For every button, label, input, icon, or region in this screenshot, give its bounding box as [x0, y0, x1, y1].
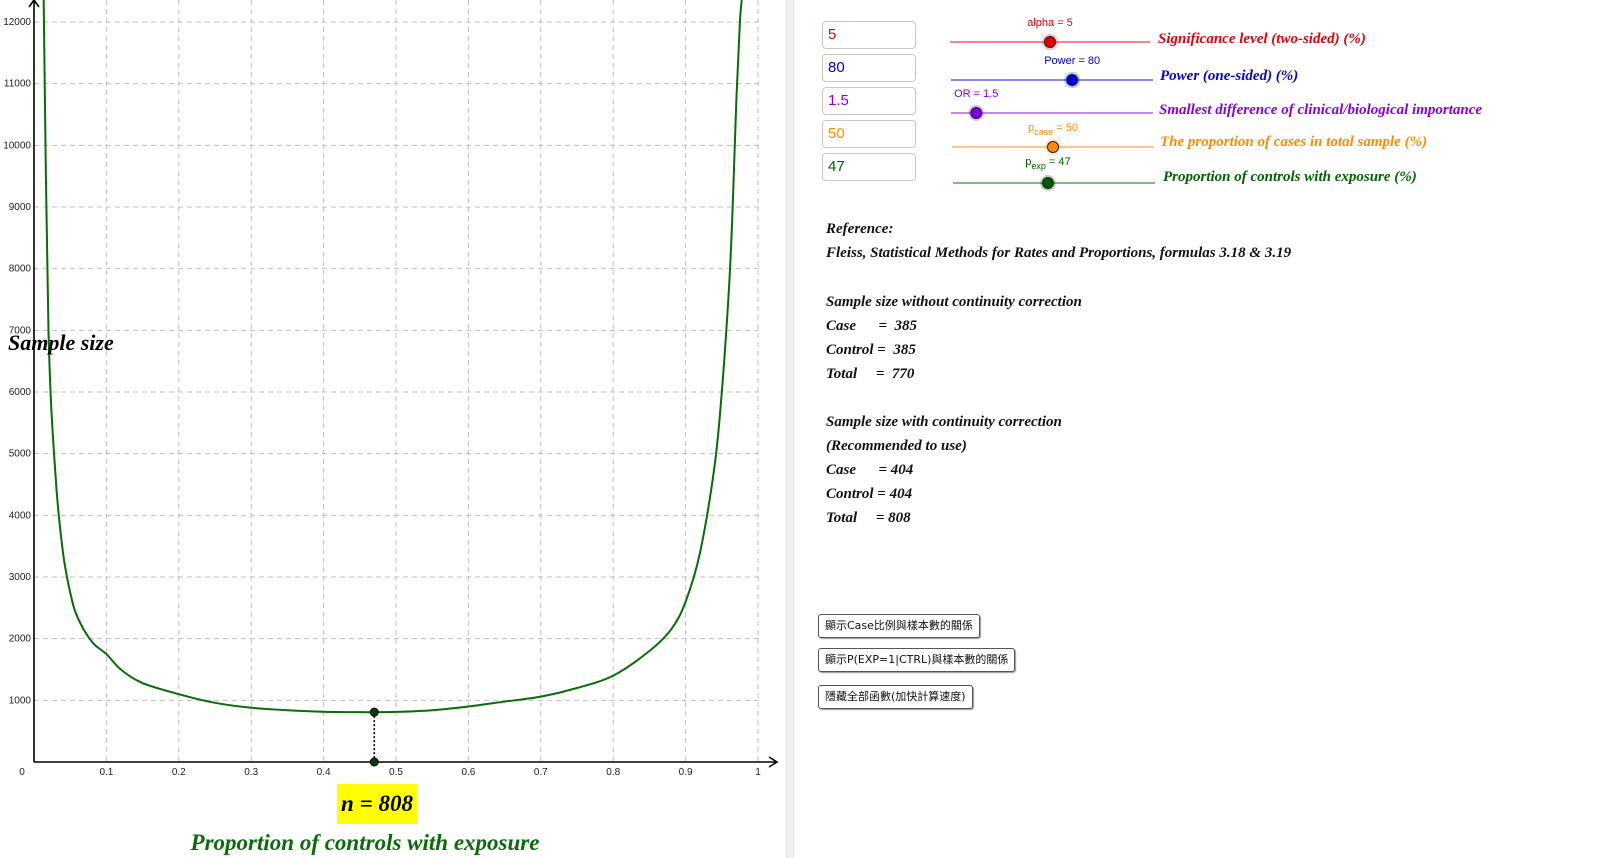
- or-param-label: Smallest difference of clinical/biologic…: [1159, 102, 1483, 118]
- marker-group: [369, 707, 379, 767]
- show-pexp-button[interactable]: 顯示P(EXP=1|CTRL)與樣本數的關係: [818, 648, 1016, 672]
- x-tick-label: 0.4: [317, 767, 331, 778]
- axes: [28, 0, 779, 768]
- y-tick-label: 9000: [9, 202, 32, 213]
- y-tick-label: 10000: [3, 140, 31, 151]
- power-slider-knob[interactable]: [1066, 74, 1079, 86]
- or-input[interactable]: 1.5: [822, 87, 916, 115]
- pcase-input[interactable]: 50: [822, 120, 916, 148]
- without-cc-title: Sample size without continuity correctio…: [826, 294, 1082, 310]
- x-tick-label: 0.7: [534, 767, 548, 778]
- x-tick-label: 0.5: [389, 767, 403, 778]
- pexp-slider[interactable]: pexp = 47: [953, 156, 1155, 191]
- power-slider[interactable]: Power = 80: [951, 55, 1153, 88]
- with-cc-note: (Recommended to use): [826, 438, 967, 454]
- x-axis-point[interactable]: [369, 757, 379, 767]
- pexp-input[interactable]: 47: [822, 153, 916, 181]
- series: [42, 0, 743, 714]
- with-cc-title: Sample size with continuity correction: [826, 414, 1062, 430]
- curve-point[interactable]: [369, 707, 379, 717]
- hide-all-functions-button[interactable]: 隱藏全部函數(加快計算速度): [818, 685, 973, 709]
- alpha-slider-label: alpha = 5: [1027, 17, 1073, 29]
- x-tick-label: 0.3: [244, 767, 258, 778]
- x-tick-label: 0.1: [99, 767, 113, 778]
- y-axis-caption: Sample size: [8, 330, 114, 355]
- pcase-slider-label: pcase = 50: [1028, 122, 1078, 137]
- pexp-slider-knob[interactable]: [1041, 177, 1054, 189]
- or-slider[interactable]: OR = 1.5: [951, 88, 1153, 121]
- or-slider-label: OR = 1.5: [954, 88, 998, 100]
- without-cc-case: Case = 385: [826, 318, 918, 334]
- with-cc-control: Control = 404: [826, 486, 913, 502]
- or-slider-knob[interactable]: [970, 107, 983, 119]
- with-cc-case: Case = 404: [826, 462, 914, 478]
- pexp-slider-label: pexp = 47: [1025, 156, 1070, 171]
- alpha-input[interactable]: 5: [822, 21, 916, 49]
- pexp-param-label: Proportion of controls with exposure (%): [1163, 169, 1417, 185]
- y-tick-label: 3000: [9, 572, 32, 583]
- pcase-slider-knob[interactable]: [1047, 141, 1059, 153]
- y-tick-label: 6000: [9, 387, 32, 398]
- x-tick-label: 0.9: [679, 767, 693, 778]
- sample-size-curve: [42, 0, 743, 714]
- x-tick-label: 0.6: [461, 767, 475, 778]
- reference-citation: Fleiss, Statistical Methods for Rates an…: [826, 245, 1292, 261]
- with-cc-total: Total = 808: [826, 510, 911, 526]
- pcase-slider[interactable]: pcase = 50: [952, 122, 1154, 155]
- without-cc-total: Total = 770: [826, 366, 915, 382]
- x-tick-label: 0.2: [172, 767, 186, 778]
- y-tick-label: 4000: [9, 510, 32, 521]
- x-tick-label: 0: [19, 767, 25, 778]
- y-tick-label: 8000: [9, 264, 32, 275]
- power-param-label: Power (one-sided) (%): [1160, 68, 1299, 84]
- alpha-slider[interactable]: alpha = 5: [950, 17, 1150, 50]
- sample-size-graph[interactable]: 0 0.1 0.2 0.3 0.4 0.5 0.6 0.7 0.8 0.9 110002000300…: [0, 0, 780, 858]
- n-value-box: n = 808: [337, 784, 417, 824]
- y-tick-label: 2000: [9, 634, 32, 645]
- pcase-param-label: The proportion of cases in total sample …: [1160, 134, 1428, 150]
- without-cc-control: Control = 385: [826, 342, 916, 358]
- y-tick-label: 5000: [9, 449, 32, 460]
- alpha-slider-knob[interactable]: [1044, 36, 1056, 48]
- axis-ticks: 0 0.1 0.2 0.3 0.4 0.5 0.6 0.7 0.8 0.9 110002000300…: [3, 17, 761, 778]
- y-tick-label: 12000: [3, 17, 31, 28]
- show-case-ratio-button[interactable]: 顯示Case比例與樣本數的關係: [818, 614, 980, 638]
- x-tick-label: 0.8: [606, 767, 620, 778]
- reference-title: Reference:: [826, 221, 894, 237]
- alpha-param-label: Significance level (two-sided) (%): [1158, 31, 1366, 47]
- power-input[interactable]: 80: [822, 54, 916, 82]
- y-tick-label: 11000: [4, 79, 32, 90]
- grid: [34, 0, 760, 762]
- x-axis-caption: Proportion of controls with exposure: [190, 830, 540, 855]
- power-slider-label: Power = 80: [1044, 55, 1100, 67]
- panel-divider[interactable]: [786, 0, 794, 858]
- x-tick-label: 1: [755, 767, 761, 778]
- y-tick-label: 1000: [9, 695, 32, 706]
